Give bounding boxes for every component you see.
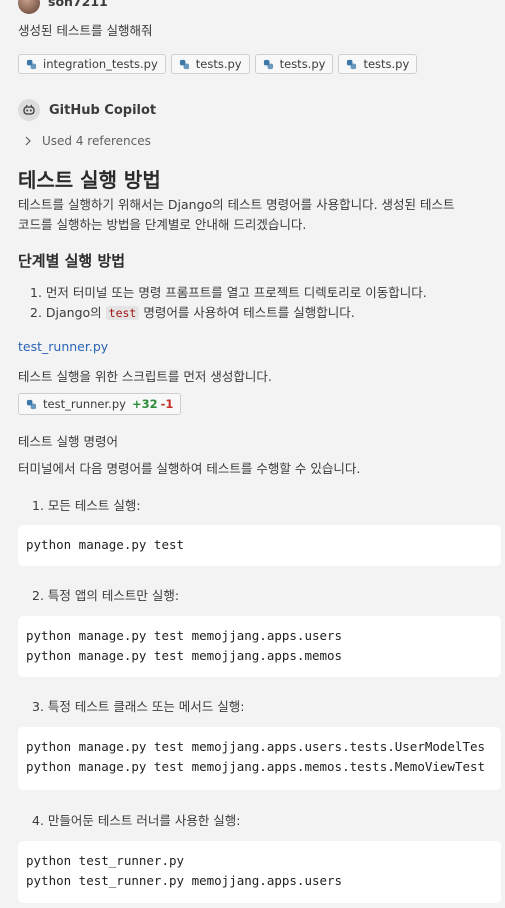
assistant-name: GitHub Copilot	[49, 102, 157, 118]
user-avatar	[18, 0, 40, 14]
command-item-label: 1. 모든 테스트 실행:	[32, 498, 141, 513]
intro-line: 코드를 실행하는 방법을 단계별로 안내해 드리겠습니다.	[18, 217, 307, 232]
chevron-right-icon	[25, 136, 31, 146]
command-item-label: 2. 특정 앱의 테스트만 실행:	[32, 588, 180, 603]
code-block[interactable]: python manage.py test memojjang.apps.use…	[18, 616, 501, 677]
attachment-chip[interactable]: tests.py	[254, 54, 334, 74]
attachment-name: integration_tests.py	[43, 57, 158, 71]
file-change-chip[interactable]: test_runner.py +32 -1	[18, 393, 182, 415]
command-item-label: 3. 특정 테스트 클래스 또는 메서드 실행:	[32, 699, 245, 714]
attachment-name: tests.py	[279, 57, 326, 71]
lines-added: +32	[131, 397, 158, 411]
inline-code: test	[105, 306, 140, 320]
code-line: python test_runner.py memojjang.apps.use…	[26, 873, 343, 888]
code-block[interactable]: python manage.py test	[18, 525, 501, 566]
python-file-icon	[263, 59, 273, 69]
code-line: python manage.py test memojjang.apps.mem…	[26, 648, 343, 663]
assistant-header: GitHub Copilot	[18, 99, 156, 121]
steps-heading: 단계별 실행 방법	[18, 252, 126, 270]
code-block[interactable]: python test_runner.py python test_runner…	[18, 841, 501, 903]
code-line: python manage.py test memojjang.apps.use…	[26, 739, 486, 754]
step-item: 1. 먼저 터미널 또는 명령 프롬프트를 열고 프로젝트 디렉토리로 이동합니…	[30, 285, 427, 300]
commands-heading: 테스트 실행 명령어	[18, 434, 118, 449]
code-block[interactable]: python manage.py test memojjang.apps.use…	[18, 727, 501, 790]
intro-line: 테스트를 실행하기 위해서는 Django의 테스트 명령어를 사용합니다. 생…	[18, 197, 455, 212]
python-file-icon	[347, 59, 357, 69]
step-item: 2. Django의 test 명령어를 사용하여 테스트를 실행합니다.	[30, 303, 427, 323]
user-name: son7211	[48, 0, 108, 9]
copilot-icon	[18, 99, 40, 121]
file-link[interactable]: test_runner.py	[18, 339, 108, 354]
code-line: python manage.py test memojjang.apps.mem…	[26, 759, 486, 774]
user-prompt: 생성된 테스트를 실행해줘	[18, 23, 153, 38]
python-file-icon	[179, 59, 189, 69]
file-description: 테스트 실행을 위한 스크립트를 먼저 생성합니다.	[18, 369, 272, 384]
attachment-chip[interactable]: tests.py	[338, 54, 418, 74]
response-heading: 테스트 실행 방법	[18, 168, 161, 192]
step-text: 2. Django의	[30, 305, 106, 320]
command-item-label: 4. 만들어둔 테스트 러너를 사용한 실행:	[32, 813, 241, 828]
lines-removed: -1	[160, 397, 174, 411]
attachment-chip[interactable]: tests.py	[170, 54, 250, 74]
python-file-icon	[26, 399, 37, 409]
file-change-name: test_runner.py	[43, 397, 126, 411]
commands-description: 터미널에서 다음 명령어를 실행하여 테스트를 수행할 수 있습니다.	[18, 461, 361, 476]
references-label: Used 4 references	[42, 134, 151, 148]
python-file-icon	[26, 59, 37, 69]
attachment-list: integration_tests.py tests.py tests.py t…	[18, 54, 418, 74]
attachment-name: tests.py	[363, 57, 410, 71]
code-line: python test_runner.py	[26, 853, 185, 868]
steps-list: 1. 먼저 터미널 또는 명령 프롬프트를 열고 프로젝트 디렉토리로 이동합니…	[30, 283, 427, 323]
attachment-chip[interactable]: integration_tests.py	[18, 54, 166, 74]
code-line: python manage.py test memojjang.apps.use…	[26, 628, 343, 643]
step-text: 명령어를 사용하여 테스트를 실행합니다.	[139, 305, 355, 320]
references-toggle[interactable]: Used 4 references	[24, 134, 151, 148]
attachment-name: tests.py	[195, 57, 242, 71]
code-line: python manage.py test	[26, 537, 185, 552]
